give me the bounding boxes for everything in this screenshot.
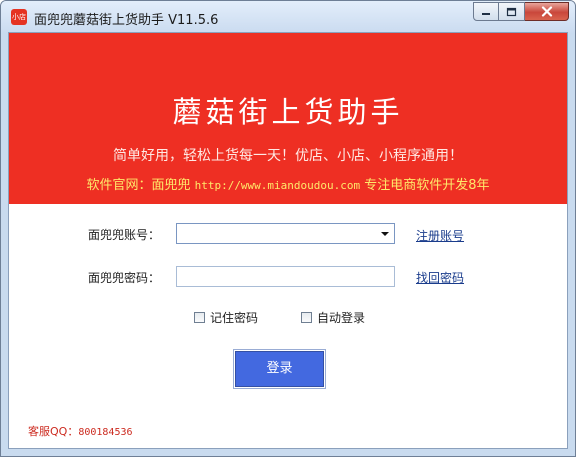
minimize-icon	[482, 12, 490, 15]
remember-password-label: 记住密码	[210, 310, 259, 325]
maximize-icon	[506, 7, 517, 16]
recover-password-link[interactable]: 找回密码	[416, 269, 464, 286]
qq-label: 客服QQ：	[28, 425, 79, 438]
account-combobox[interactable]	[176, 223, 395, 244]
account-label: 面兜兜账号：	[88, 228, 161, 242]
site-url: http://www.miandoudou.com	[194, 179, 361, 192]
auto-login-label: 自动登录	[317, 310, 366, 325]
remember-password-checkbox[interactable]	[194, 311, 205, 323]
banner-title: 蘑菇街上货助手	[172, 95, 404, 129]
qq-number: 800184536	[78, 427, 133, 438]
app-icon: 小店	[11, 9, 27, 25]
remember-password-option[interactable]: 记住密码	[194, 309, 258, 325]
password-field[interactable]	[176, 266, 395, 287]
main-panel: 蘑菇街上货助手 简单好用，轻松上货每一天！优店、小店、小程序通用！ 软件官网：面…	[8, 32, 568, 449]
close-icon	[541, 6, 552, 17]
app-window: 小店 面兜兜蘑菇街上货助手 V11.5.6 蘑菇街上货助手 简单好用，轻松上货每…	[0, 0, 576, 457]
site-prefix: 软件官网：面兜兜	[86, 178, 195, 193]
dropdown-arrow-icon[interactable]	[381, 232, 389, 236]
auto-login-option[interactable]: 自动登录	[301, 309, 365, 325]
banner-slogan: 简单好用，轻松上货每一天！优店、小店、小程序通用！	[113, 148, 463, 164]
minimize-button[interactable]	[473, 2, 499, 21]
window-controls	[473, 2, 569, 22]
auto-login-checkbox[interactable]	[301, 311, 312, 323]
window-title: 面兜兜蘑菇街上货助手 V11.5.6	[34, 13, 219, 28]
banner: 蘑菇街上货助手 简单好用，轻松上货每一天！优店、小店、小程序通用！ 软件官网：面…	[9, 33, 567, 204]
banner-site-info: 软件官网：面兜兜 http://www.miandoudou.com 专注电商软…	[9, 174, 567, 193]
login-button[interactable]: 登录	[233, 349, 326, 389]
password-label: 面兜兜密码：	[88, 271, 161, 285]
site-suffix: 专注电商软件开发8年	[360, 178, 490, 193]
title-bar[interactable]: 小店 面兜兜蘑菇街上货助手 V11.5.6	[1, 1, 575, 33]
register-link[interactable]: 注册账号	[416, 227, 464, 244]
maximize-button[interactable]	[499, 2, 525, 21]
customer-service-qq: 客服QQ：800184536	[28, 423, 133, 439]
close-button[interactable]	[525, 2, 569, 21]
